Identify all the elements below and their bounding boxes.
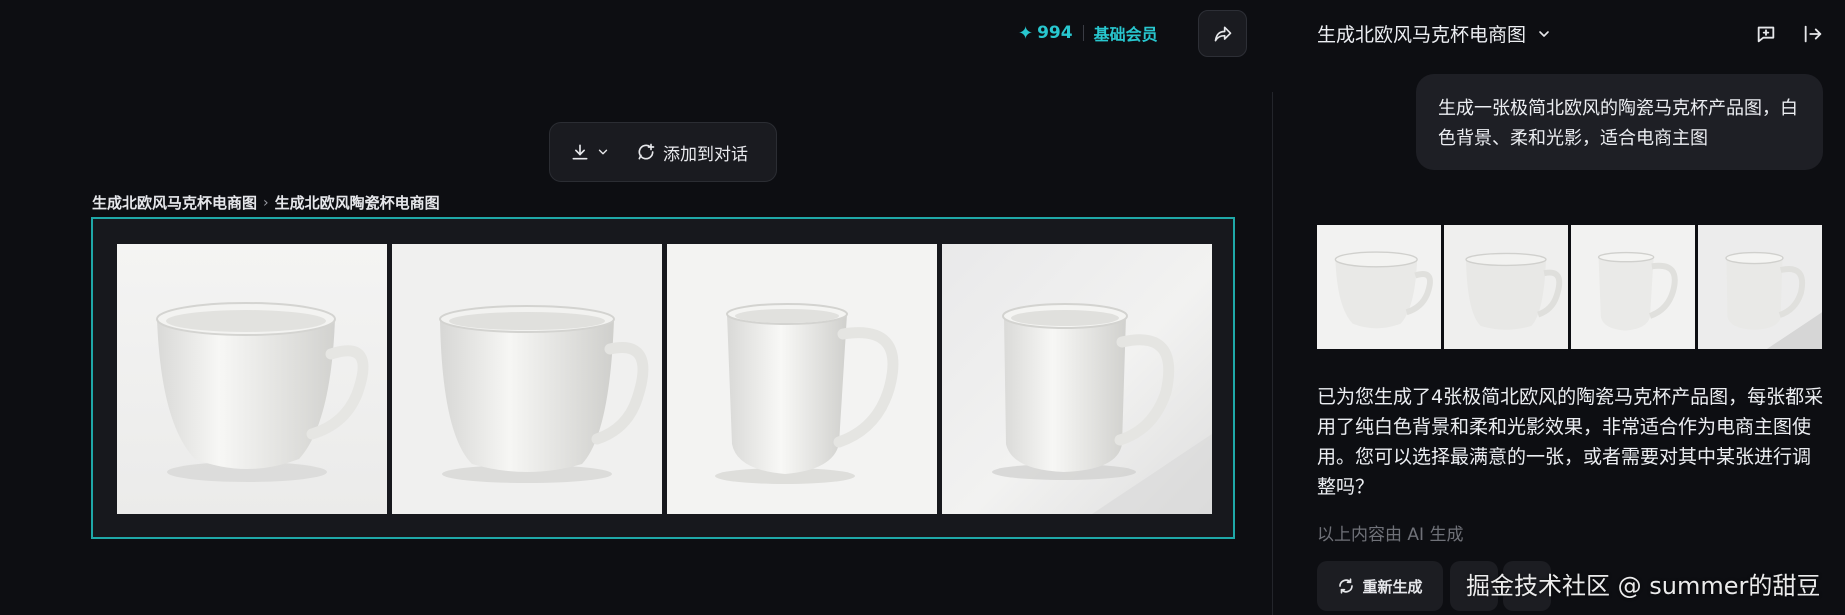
mug-image-3[interactable]	[667, 244, 937, 514]
regenerate-button[interactable]: 重新生成	[1317, 561, 1443, 611]
sparkle-icon: ✦	[1018, 22, 1034, 44]
watermark: 掘金技术社区 @ summer的甜豆	[1466, 572, 1821, 600]
user-message-text: 生成一张极简北欧风的陶瓷马克杯产品图，白色背景、柔和光影，适合电商主图	[1438, 98, 1798, 149]
new-chat-icon	[1757, 26, 1775, 43]
app-window: ✦ 994 基础会员 添加到对话 生成北欧风马克杯电商图 › 生成北欧风陶瓷杯电…	[0, 0, 1845, 615]
breadcrumb: 生成北欧风马克杯电商图 › 生成北欧风陶瓷杯电商图	[92, 192, 440, 213]
thumbnail-2[interactable]	[1444, 225, 1568, 349]
mug-image-1[interactable]	[117, 244, 387, 514]
credits-display: ✦ 994 基础会员	[1018, 20, 1158, 46]
chevron-right-icon: ›	[263, 194, 269, 211]
regenerate-label: 重新生成	[1362, 577, 1423, 596]
breadcrumb-item-current: 生成北欧风陶瓷杯电商图	[274, 194, 440, 212]
breadcrumb-item[interactable]: 生成北欧风马克杯电商图	[92, 192, 257, 213]
mug-image-2[interactable]	[392, 244, 662, 514]
add-to-chat-button[interactable]: 添加到对话	[636, 140, 748, 165]
mug-image-4[interactable]	[942, 244, 1212, 514]
conversation-title-dropdown[interactable]: 生成北欧风马克杯电商图	[1317, 20, 1552, 47]
user-message-bubble: 生成一张极简北欧风的陶瓷马克杯产品图，白色背景、柔和光影，适合电商主图	[1416, 74, 1823, 170]
divider	[1082, 25, 1084, 41]
download-button[interactable]	[570, 142, 610, 162]
refresh-icon	[1339, 578, 1354, 594]
chat-add-icon	[638, 143, 655, 160]
share-icon	[1214, 26, 1231, 42]
image-toolbar: 添加到对话	[549, 122, 777, 182]
new-chat-button[interactable]	[1752, 20, 1780, 48]
conversation-title: 生成北欧风马克杯电商图	[1317, 24, 1527, 46]
ai-message-text: 已为您生成了4张极简北欧风的陶瓷马克杯产品图，每张都采用了纯白色背景和柔和光影效…	[1317, 386, 1824, 498]
credits-count: 994	[1037, 23, 1073, 43]
download-icon	[572, 144, 588, 160]
membership-link[interactable]: 基础会员	[1094, 21, 1158, 45]
panel-divider	[1272, 92, 1273, 615]
chevron-down-icon	[1539, 30, 1549, 37]
collapse-panel-button[interactable]	[1799, 20, 1827, 48]
add-to-chat-label: 添加到对话	[663, 144, 748, 165]
chevron-down-icon	[598, 149, 608, 155]
share-button[interactable]	[1198, 10, 1247, 57]
ai-generated-note: 以上内容由 AI 生成	[1317, 525, 1464, 545]
thumbnail-strip	[1317, 225, 1822, 349]
thumbnail-3[interactable]	[1571, 225, 1695, 349]
thumbnail-4[interactable]	[1698, 225, 1822, 349]
thumbnail-1[interactable]	[1317, 225, 1441, 349]
exit-panel-icon	[1804, 25, 1822, 43]
generated-images-frame[interactable]	[91, 217, 1235, 539]
